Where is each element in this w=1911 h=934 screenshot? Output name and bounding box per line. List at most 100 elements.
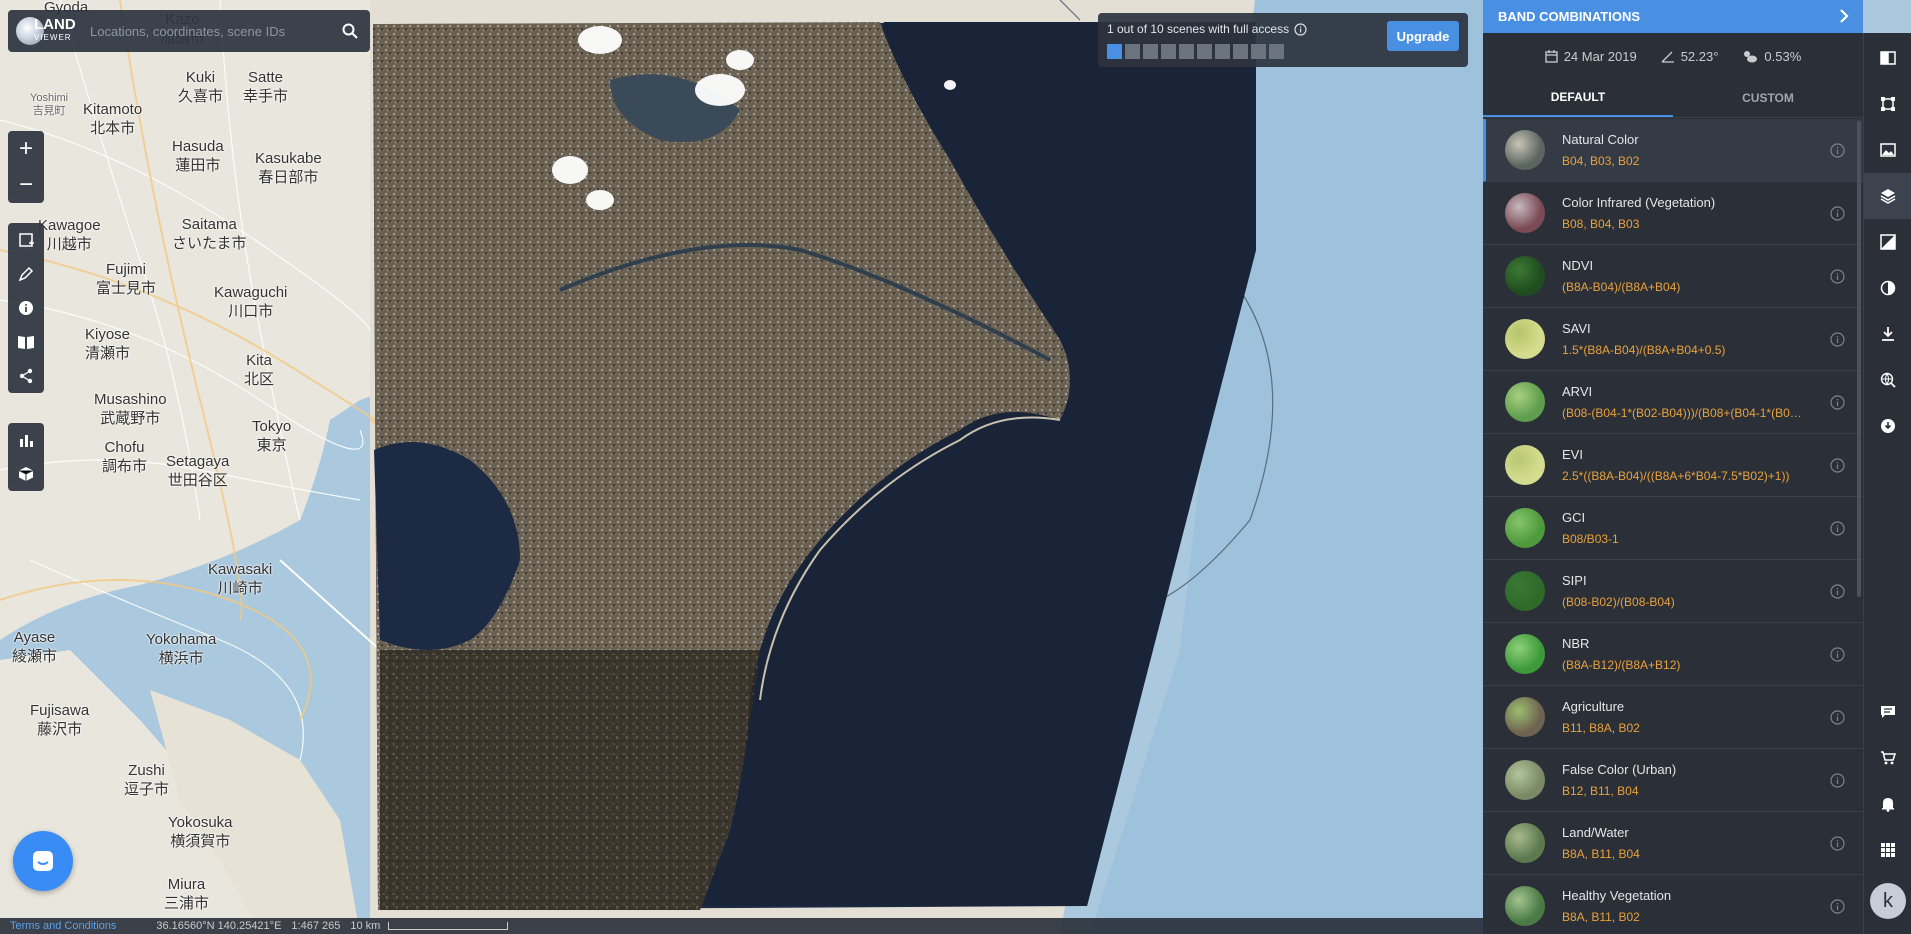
scene-slot	[1197, 44, 1212, 59]
info-icon[interactable]	[1294, 22, 1307, 36]
scene-slot	[1107, 44, 1122, 59]
notifications-button[interactable]	[1864, 781, 1911, 827]
tab-default[interactable]: DEFAULT	[1483, 79, 1673, 117]
chat-icon	[33, 851, 53, 871]
compare-button[interactable]	[1864, 35, 1911, 81]
info-icon[interactable]	[1830, 521, 1845, 536]
band-combinations-button[interactable]	[1864, 173, 1911, 219]
map-place-label: Miura 三浦市	[164, 876, 210, 912]
tab-custom[interactable]: CUSTOM	[1673, 79, 1863, 117]
comment-icon	[1880, 706, 1895, 718]
info-icon[interactable]	[1830, 458, 1845, 473]
crop-area-icon	[19, 233, 34, 247]
3d-button[interactable]	[8, 457, 44, 491]
map-place-label: Kawagoe 川越市	[38, 217, 101, 253]
map-place-label: Yokohama 横浜市	[146, 631, 217, 667]
map-place-label: Kasukabe 春日部市	[255, 150, 322, 186]
map-place-label: Ayase 綾瀬市	[12, 629, 58, 665]
zoom-in-button[interactable]: +	[8, 131, 44, 167]
band-preview-thumbnail	[1505, 634, 1545, 674]
aoi-button[interactable]	[1864, 81, 1911, 127]
upgrade-button[interactable]: Upgrade	[1387, 21, 1459, 51]
draw-button[interactable]	[8, 257, 44, 291]
cursor-coordinates: 36.16560°N 140.25421°E	[156, 920, 282, 932]
search-input[interactable]	[90, 16, 335, 46]
export-button[interactable]	[1864, 403, 1911, 449]
info-icon[interactable]	[1830, 143, 1845, 158]
band-combination-item[interactable]: EVI 2.5*((B8A-B04)/((B8A+6*B04-7.5*B02)+1…	[1483, 434, 1863, 497]
info-icon[interactable]	[1830, 206, 1845, 221]
info-icon[interactable]	[1830, 710, 1845, 725]
chevron-right-icon[interactable]	[1837, 8, 1851, 24]
info-icon[interactable]	[1830, 836, 1845, 851]
polygon-select-icon	[1880, 97, 1895, 111]
band-combination-item[interactable]: Agriculture B11, B8A, B02	[1483, 686, 1863, 749]
scenes-button[interactable]	[1864, 127, 1911, 173]
map-place-label: Kitamoto 北本市	[83, 101, 143, 137]
land-viewer-logo[interactable]: LAND VIEWER	[8, 10, 90, 52]
info-tool-button[interactable]	[8, 291, 44, 325]
map-place-label: Tokyo 東京	[252, 418, 292, 454]
map-place-label: Fujisawa 藤沢市	[30, 702, 90, 738]
scene-slot	[1161, 44, 1176, 59]
download-button[interactable]	[1864, 311, 1911, 357]
area-select-button[interactable]	[8, 223, 44, 257]
search-button[interactable]	[335, 23, 365, 39]
band-combination-item[interactable]: GCI B08/B03-1	[1483, 497, 1863, 560]
cart-button[interactable]	[1864, 735, 1911, 781]
info-icon[interactable]	[1830, 395, 1845, 410]
band-combination-formula: 1.5*(B8A-B04)/(B8A+B04+0.5)	[1562, 342, 1726, 357]
user-avatar[interactable]: k	[1870, 883, 1906, 919]
info-icon[interactable]	[1830, 647, 1845, 662]
map-canvas[interactable]: GyodaKazo 加須市Yoshimi 吉見町Kuki 久喜市Satte 幸手…	[0, 0, 1483, 934]
guide-button[interactable]	[8, 325, 44, 359]
chat-button[interactable]	[13, 831, 73, 891]
analytics-button[interactable]	[8, 423, 44, 457]
scene-slot	[1215, 44, 1230, 59]
band-combination-name: False Color (Urban)	[1562, 761, 1677, 777]
cube-icon	[18, 467, 34, 481]
band-combination-item[interactable]: SAVI 1.5*(B8A-B04)/(B8A+B04+0.5)	[1483, 308, 1863, 371]
band-combination-item[interactable]: Natural Color B04, B03, B02	[1483, 119, 1863, 182]
info-icon[interactable]	[1830, 269, 1845, 284]
band-combination-item[interactable]: False Color (Urban) B12, B11, B04	[1483, 749, 1863, 812]
adjust-button[interactable]	[1864, 265, 1911, 311]
band-combination-item[interactable]: Land/Water B8A, B11, B04	[1483, 812, 1863, 875]
zoom-out-button[interactable]: −	[8, 167, 44, 203]
band-combination-item[interactable]: NBR (B8A-B12)/(B8A+B12)	[1483, 623, 1863, 686]
global-search-button[interactable]	[1864, 357, 1911, 403]
feedback-button[interactable]	[1864, 689, 1911, 735]
map-place-label: Kawasaki 川崎市	[208, 561, 273, 597]
index-button[interactable]	[1864, 219, 1911, 265]
band-preview-thumbnail	[1505, 130, 1545, 170]
globe-search-icon	[1880, 372, 1896, 388]
terms-link[interactable]: Terms and Conditions	[0, 920, 116, 932]
info-icon[interactable]	[1830, 332, 1845, 347]
band-combination-formula: (B08-(B04-1*(B02-B04)))/(B08+(B04-1*(B02…	[1562, 405, 1802, 420]
band-combination-item[interactable]: Healthy Vegetation B8A, B11, B02	[1483, 875, 1863, 934]
share-button[interactable]	[8, 359, 44, 393]
scale-bar	[388, 922, 509, 930]
cloud-coverage-icon	[1744, 50, 1758, 62]
calendar-icon	[1545, 49, 1558, 63]
band-combination-item[interactable]: NDVI (B8A-B04)/(B8A+B04)	[1483, 245, 1863, 308]
map-place-label: Setagaya 世田谷区	[166, 453, 230, 489]
scene-date: 24 Mar 2019	[1563, 48, 1637, 64]
apps-button[interactable]	[1864, 827, 1911, 873]
band-combination-name: EVI	[1562, 446, 1583, 462]
band-combination-name: NBR	[1562, 635, 1590, 651]
band-combination-item[interactable]: ARVI (B08-(B04-1*(B02-B04)))/(B08+(B04-1*…	[1483, 371, 1863, 434]
band-combination-item[interactable]: Color Infrared (Vegetation) B08, B04, B03	[1483, 182, 1863, 245]
map-place-label: Chofu 調布市	[102, 439, 148, 475]
download-icon	[1881, 327, 1894, 341]
info-icon[interactable]	[1830, 899, 1845, 914]
scene-slot	[1125, 44, 1140, 59]
band-combination-formula: B8A, B11, B02	[1562, 909, 1640, 924]
scrollbar[interactable]	[1857, 121, 1861, 597]
band-preview-thumbnail	[1505, 193, 1545, 233]
analysis-tools	[8, 423, 44, 491]
map-place-label: Kita 北区	[244, 352, 275, 388]
info-icon[interactable]	[1830, 773, 1845, 788]
info-icon[interactable]	[1830, 584, 1845, 599]
band-combination-item[interactable]: SIPI (B08-B02)/(B08-B04)	[1483, 560, 1863, 623]
